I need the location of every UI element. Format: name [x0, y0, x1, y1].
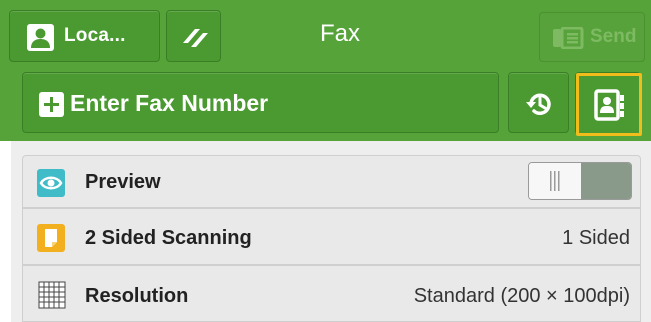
page-icon	[37, 224, 65, 252]
user-button[interactable]: Loca...	[9, 10, 160, 62]
user-label: Loca...	[64, 25, 126, 46]
two-sided-scanning-row[interactable]: 2 Sided Scanning 1 Sided	[22, 208, 641, 265]
toggle-track	[581, 163, 631, 199]
preview-label: Preview	[85, 171, 161, 193]
preview-toggle[interactable]	[528, 162, 632, 200]
fax-number-label: Enter Fax Number	[70, 90, 269, 116]
send-button[interactable]: Send	[539, 12, 645, 62]
resolution-label: Resolution	[85, 285, 189, 307]
resolution-value: Standard (200 × 100dpi)	[413, 285, 630, 307]
clear-button[interactable]	[166, 10, 221, 62]
toggle-knob	[529, 163, 581, 199]
plus-icon	[39, 92, 64, 117]
address-book-icon	[594, 89, 624, 121]
fax-header: Loca... Fax Send Enter Fax Number	[0, 0, 651, 141]
two-sided-scanning-value: 1 Sided	[562, 227, 630, 249]
page-title: Fax	[319, 20, 360, 47]
fax-send-icon	[553, 27, 584, 49]
send-label: Send	[590, 26, 637, 47]
user-icon	[27, 24, 54, 51]
grid-icon	[37, 280, 67, 310]
address-book-button[interactable]	[575, 72, 642, 136]
history-button[interactable]	[508, 72, 569, 133]
two-sided-scanning-label: 2 Sided Scanning	[85, 227, 252, 249]
clear-icon	[183, 29, 208, 47]
history-icon	[526, 93, 551, 116]
resolution-row[interactable]: Resolution Standard (200 × 100dpi)	[22, 265, 641, 322]
enter-fax-number-button[interactable]: Enter Fax Number	[22, 72, 499, 133]
preview-row[interactable]: Preview	[22, 155, 641, 208]
eye-icon	[37, 169, 65, 197]
